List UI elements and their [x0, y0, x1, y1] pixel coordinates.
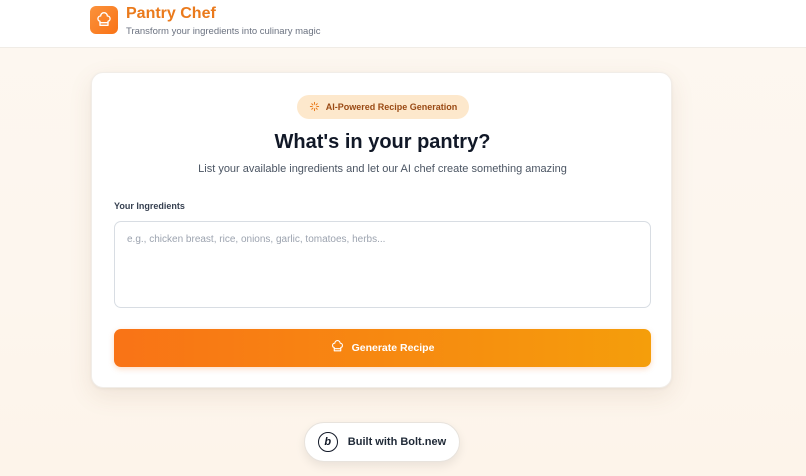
generate-recipe-button[interactable]: Generate Recipe: [114, 329, 651, 367]
bolt-label: Built with Bolt.new: [347, 436, 447, 448]
bolt-logo-icon: b: [317, 432, 338, 452]
badge-label: AI-Powered Recipe Generation: [325, 102, 458, 112]
ingredients-input[interactable]: [114, 221, 651, 308]
chef-hat-icon[interactable]: [90, 6, 118, 34]
sparkles-icon: [309, 101, 320, 114]
app-title[interactable]: Pantry Chef: [126, 5, 216, 23]
app-header: Pantry Chef Transform your ingredients i…: [0, 0, 806, 48]
page-description: List your available ingredients and let …: [198, 163, 567, 175]
generate-button-label: Generate Recipe: [351, 342, 435, 354]
page-title: What's in your pantry?: [274, 131, 491, 153]
ingredients-label: Your Ingredients: [114, 201, 185, 211]
recipe-generator-card: AI-Powered Recipe Generation What's in y…: [91, 72, 672, 388]
app-tagline: Transform your ingredients into culinary…: [126, 26, 321, 37]
ai-badge: AI-Powered Recipe Generation: [297, 95, 469, 119]
chef-hat-icon: [331, 340, 344, 356]
built-with-bolt-link[interactable]: b Built with Bolt.new: [304, 422, 460, 462]
